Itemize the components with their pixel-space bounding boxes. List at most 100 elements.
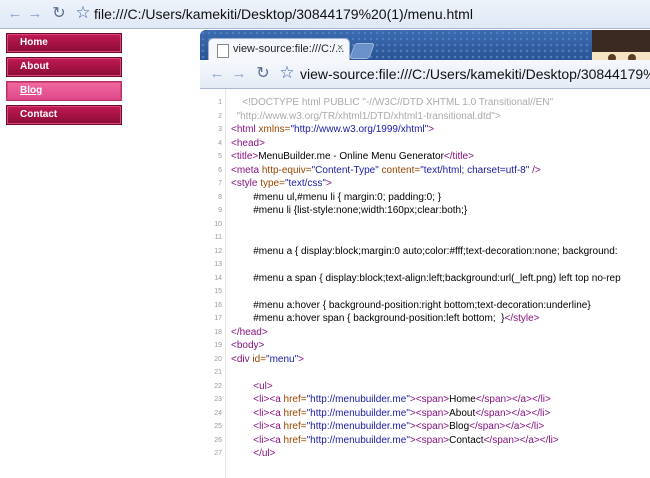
address-bar[interactable]: file:///C:/Users/kamekiti/Desktop/308441…	[94, 4, 473, 24]
line-number: 14	[214, 274, 222, 282]
source-line: 3 <html xmlns="http://www.w3.org/1999/xht…	[200, 123, 650, 137]
source-line: 23 <li><a href="http://menubuilder.me"><…	[200, 393, 650, 407]
tab-view-source[interactable]: view-source:file:///C:/... ×	[208, 38, 350, 61]
line-number: 25	[214, 423, 222, 430]
source-line: 17 #menu a:hover span { background-posit…	[200, 312, 650, 326]
menu-item-label: Home	[20, 37, 48, 48]
source-line: 16 #menu a:hover { background-position:r…	[200, 299, 650, 313]
star-icon[interactable]: ☆	[278, 64, 296, 82]
source-line: 6 <meta http-equiv="Content-Type" content…	[200, 164, 650, 178]
forward-arrow-icon[interactable]: →	[230, 65, 248, 83]
line-code: #menu ul,#menu li { margin:0; padding:0;…	[231, 191, 442, 203]
line-number: 27	[214, 450, 222, 457]
star-icon[interactable]: ☆	[74, 4, 92, 22]
source-line: 10	[200, 218, 650, 232]
line-code: <li><a href="http://menubuilder.me"><spa…	[231, 434, 559, 446]
line-code: <li><a href="http://menubuilder.me"><spa…	[231, 407, 551, 419]
line-code: #menu a { display:block;margin:0 auto;co…	[231, 245, 618, 257]
line-number: 11	[214, 234, 222, 241]
line-code: <title>MenuBuilder.me - Online Menu Gene…	[231, 151, 474, 162]
line-number: 23	[214, 396, 222, 403]
source-line: 14 #menu a span { display:block;text-ali…	[200, 272, 650, 286]
inner-toolbar: ← → ↻ ☆ view-source:file:///C:/Users/kam…	[200, 60, 650, 89]
reload-icon[interactable]: ↻	[50, 5, 68, 23]
line-number: 8	[218, 193, 222, 201]
line-number: 4	[218, 139, 222, 147]
source-line: 15	[200, 285, 650, 299]
source-line: 21	[200, 366, 650, 380]
source-line: 19 <body>	[200, 339, 650, 353]
menu-item-label: About	[20, 61, 49, 72]
line-number: 12	[214, 247, 222, 255]
line-code: "http://www.w3.org/TR/xhtml1/DTD/xhtml1-…	[231, 110, 501, 122]
menu-item-blog[interactable]: Blog	[6, 81, 122, 101]
line-code: <div id="menu">	[231, 353, 304, 365]
line-code: #menu a:hover { background-position:righ…	[231, 299, 591, 311]
document-icon	[217, 44, 229, 58]
back-arrow-icon[interactable]: ←	[208, 65, 226, 83]
line-code: <li><a href="http://menubuilder.me"><spa…	[231, 394, 551, 405]
line-code: <ul>	[231, 380, 273, 392]
close-icon[interactable]: ×	[337, 42, 343, 54]
line-number: 18	[214, 328, 222, 336]
line-number: 17	[214, 315, 222, 322]
source-line: 12 #menu a { display:block;margin:0 auto…	[200, 245, 650, 259]
tab-title: view-source:file:///C:/...	[233, 43, 345, 55]
source-line: 24 <li><a href="http://menubuilder.me"><…	[200, 407, 650, 421]
menu-item-home[interactable]: Home	[6, 33, 122, 53]
line-number: 16	[214, 301, 222, 309]
source-line: 1 <!DOCTYPE html PUBLIC "-//W3C//DTD XHT…	[200, 96, 650, 110]
line-number: 21	[214, 369, 222, 376]
line-number: 13	[214, 261, 222, 268]
back-arrow-icon[interactable]: ←	[6, 5, 24, 23]
source-line: 7 <style type="text/css">	[200, 177, 650, 191]
view-source-window: view-source:file:///C:/... × ← → ↻ ☆ vie…	[200, 30, 650, 478]
line-number: 5	[218, 153, 222, 160]
line-number: 7	[218, 180, 222, 187]
line-number: 20	[214, 355, 222, 363]
line-number: 22	[214, 382, 222, 390]
line-number: 1	[218, 99, 222, 106]
line-code: <body>	[231, 340, 265, 351]
window-titlebar: view-source:file:///C:/... ×	[200, 30, 650, 74]
source-line: 8 #menu ul,#menu li { margin:0; padding:…	[200, 191, 650, 205]
source-line: 25 <li><a href="http://menubuilder.me"><…	[200, 420, 650, 434]
line-number: 2	[218, 112, 222, 120]
line-code: #menu a:hover span { background-position…	[231, 313, 540, 324]
source-line: 22 <ul>	[200, 380, 650, 394]
source-line: 20 <div id="menu">	[200, 353, 650, 367]
address-bar[interactable]: view-source:file:///C:/Users/kamekiti/De…	[300, 64, 650, 84]
menu-item-label: Blog	[20, 85, 43, 96]
source-line: 13	[200, 258, 650, 272]
forward-arrow-icon[interactable]: →	[26, 5, 44, 23]
line-code: </ul>	[231, 448, 276, 459]
line-number: 6	[218, 166, 222, 174]
line-number: 19	[214, 342, 222, 349]
source-line: 11	[200, 231, 650, 245]
line-code: <!DOCTYPE html PUBLIC "-//W3C//DTD XHTML…	[231, 97, 554, 108]
line-number: 3	[218, 126, 222, 133]
new-tab-button[interactable]	[349, 43, 375, 59]
menu: Home About Blog Contact	[6, 33, 122, 129]
reload-icon[interactable]: ↻	[254, 65, 272, 83]
source-line: 27 </ul>	[200, 447, 650, 461]
source-line: 26 <li><a href="http://menubuilder.me"><…	[200, 434, 650, 448]
menu-item-about[interactable]: About	[6, 57, 122, 77]
source-line: 18 </head>	[200, 326, 650, 340]
line-code: #menu a span { display:block;text-align:…	[231, 272, 621, 284]
line-code: <li><a href="http://menubuilder.me"><spa…	[231, 421, 545, 432]
source-line: 2 "http://www.w3.org/TR/xhtml1/DTD/xhtml…	[200, 110, 650, 124]
line-code: #menu li {list-style:none;width:160px;cl…	[231, 205, 468, 216]
line-code: <head>	[231, 137, 265, 149]
line-number: 9	[218, 207, 222, 214]
line-code: <html xmlns="http://www.w3.org/1999/xhtm…	[231, 124, 435, 135]
menu-item-contact[interactable]: Contact	[6, 105, 122, 125]
line-code: <style type="text/css">	[231, 178, 332, 189]
line-code: </head>	[231, 326, 268, 338]
line-number: 10	[214, 220, 222, 228]
line-number: 24	[214, 409, 222, 417]
line-code: <meta http-equiv="Content-Type" content=…	[231, 164, 541, 176]
menu-item-label: Contact	[20, 109, 58, 120]
source-code-view: 1 <!DOCTYPE html PUBLIC "-//W3C//DTD XHT…	[200, 89, 650, 478]
source-line: 5 <title>MenuBuilder.me - Online Menu Gen…	[200, 150, 650, 164]
